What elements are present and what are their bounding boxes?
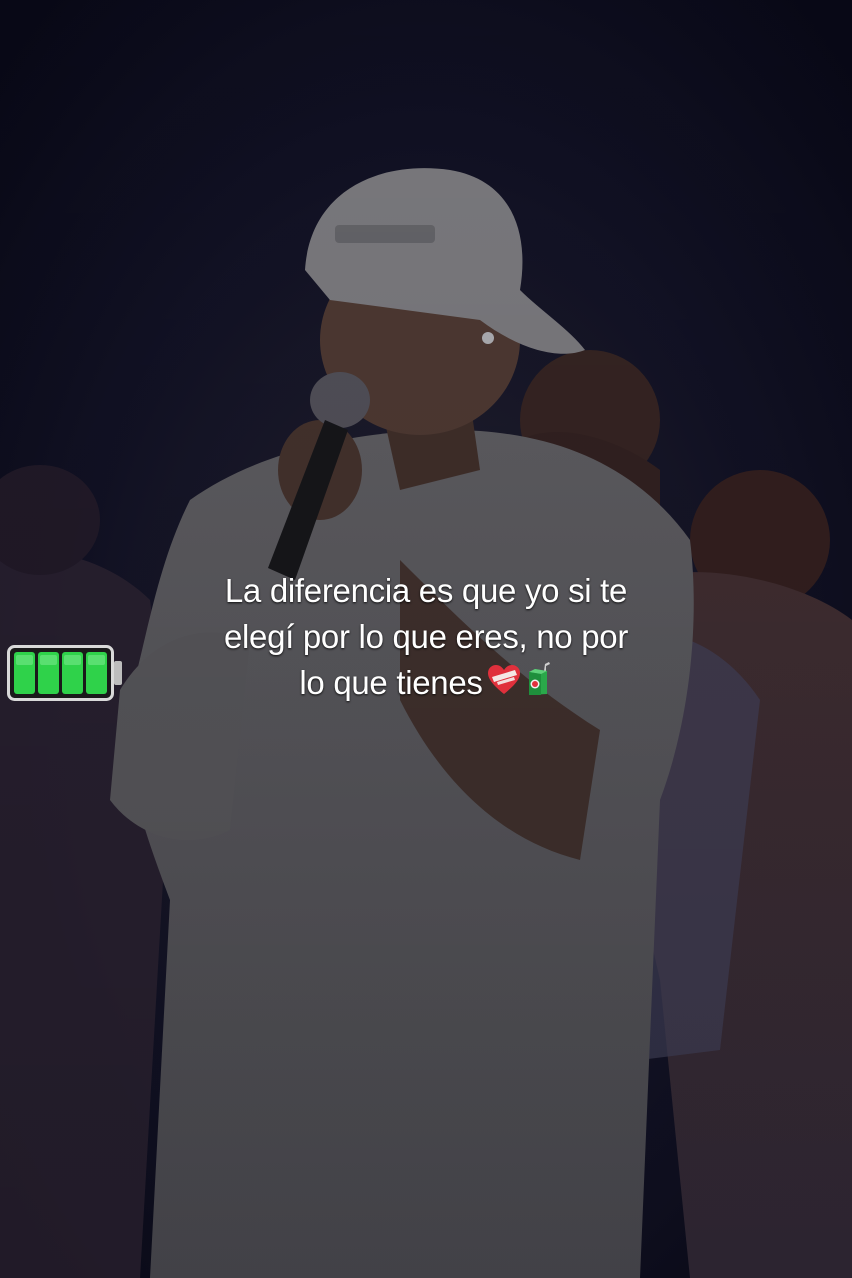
caption-text: La diferencia es que yo si te elegí por … [150, 568, 702, 708]
battery-segment-highlight [16, 655, 33, 665]
caption-line-3-text: lo que tienes [299, 664, 483, 701]
caption-line-3: lo que tienes [150, 660, 702, 708]
mending-heart-icon [487, 662, 521, 708]
battery-full-icon [7, 645, 123, 701]
juice-box-icon [525, 662, 553, 708]
caption-line-1: La diferencia es que yo si te [224, 572, 628, 609]
battery-segment-highlight [88, 655, 105, 665]
battery-segment-highlight [40, 655, 57, 665]
battery-segment-highlight [64, 655, 81, 665]
caption-line-2: elegí por lo que eres, no por [223, 618, 629, 655]
